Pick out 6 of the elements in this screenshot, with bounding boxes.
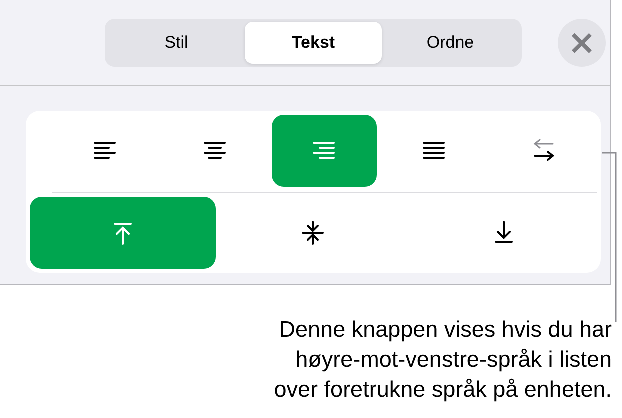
arrows-to-line-icon bbox=[301, 221, 326, 245]
tab[interactable]: Stil bbox=[108, 22, 245, 64]
callout-text: Denne knappen vises hvis du har høyre-mot-venstre-språk i listen over foretrukne språk på enheten. bbox=[273, 316, 612, 404]
tab[interactable]: Ordne bbox=[382, 22, 519, 64]
arrows-icon bbox=[532, 139, 556, 163]
tab[interactable]: Tekst bbox=[245, 22, 382, 64]
